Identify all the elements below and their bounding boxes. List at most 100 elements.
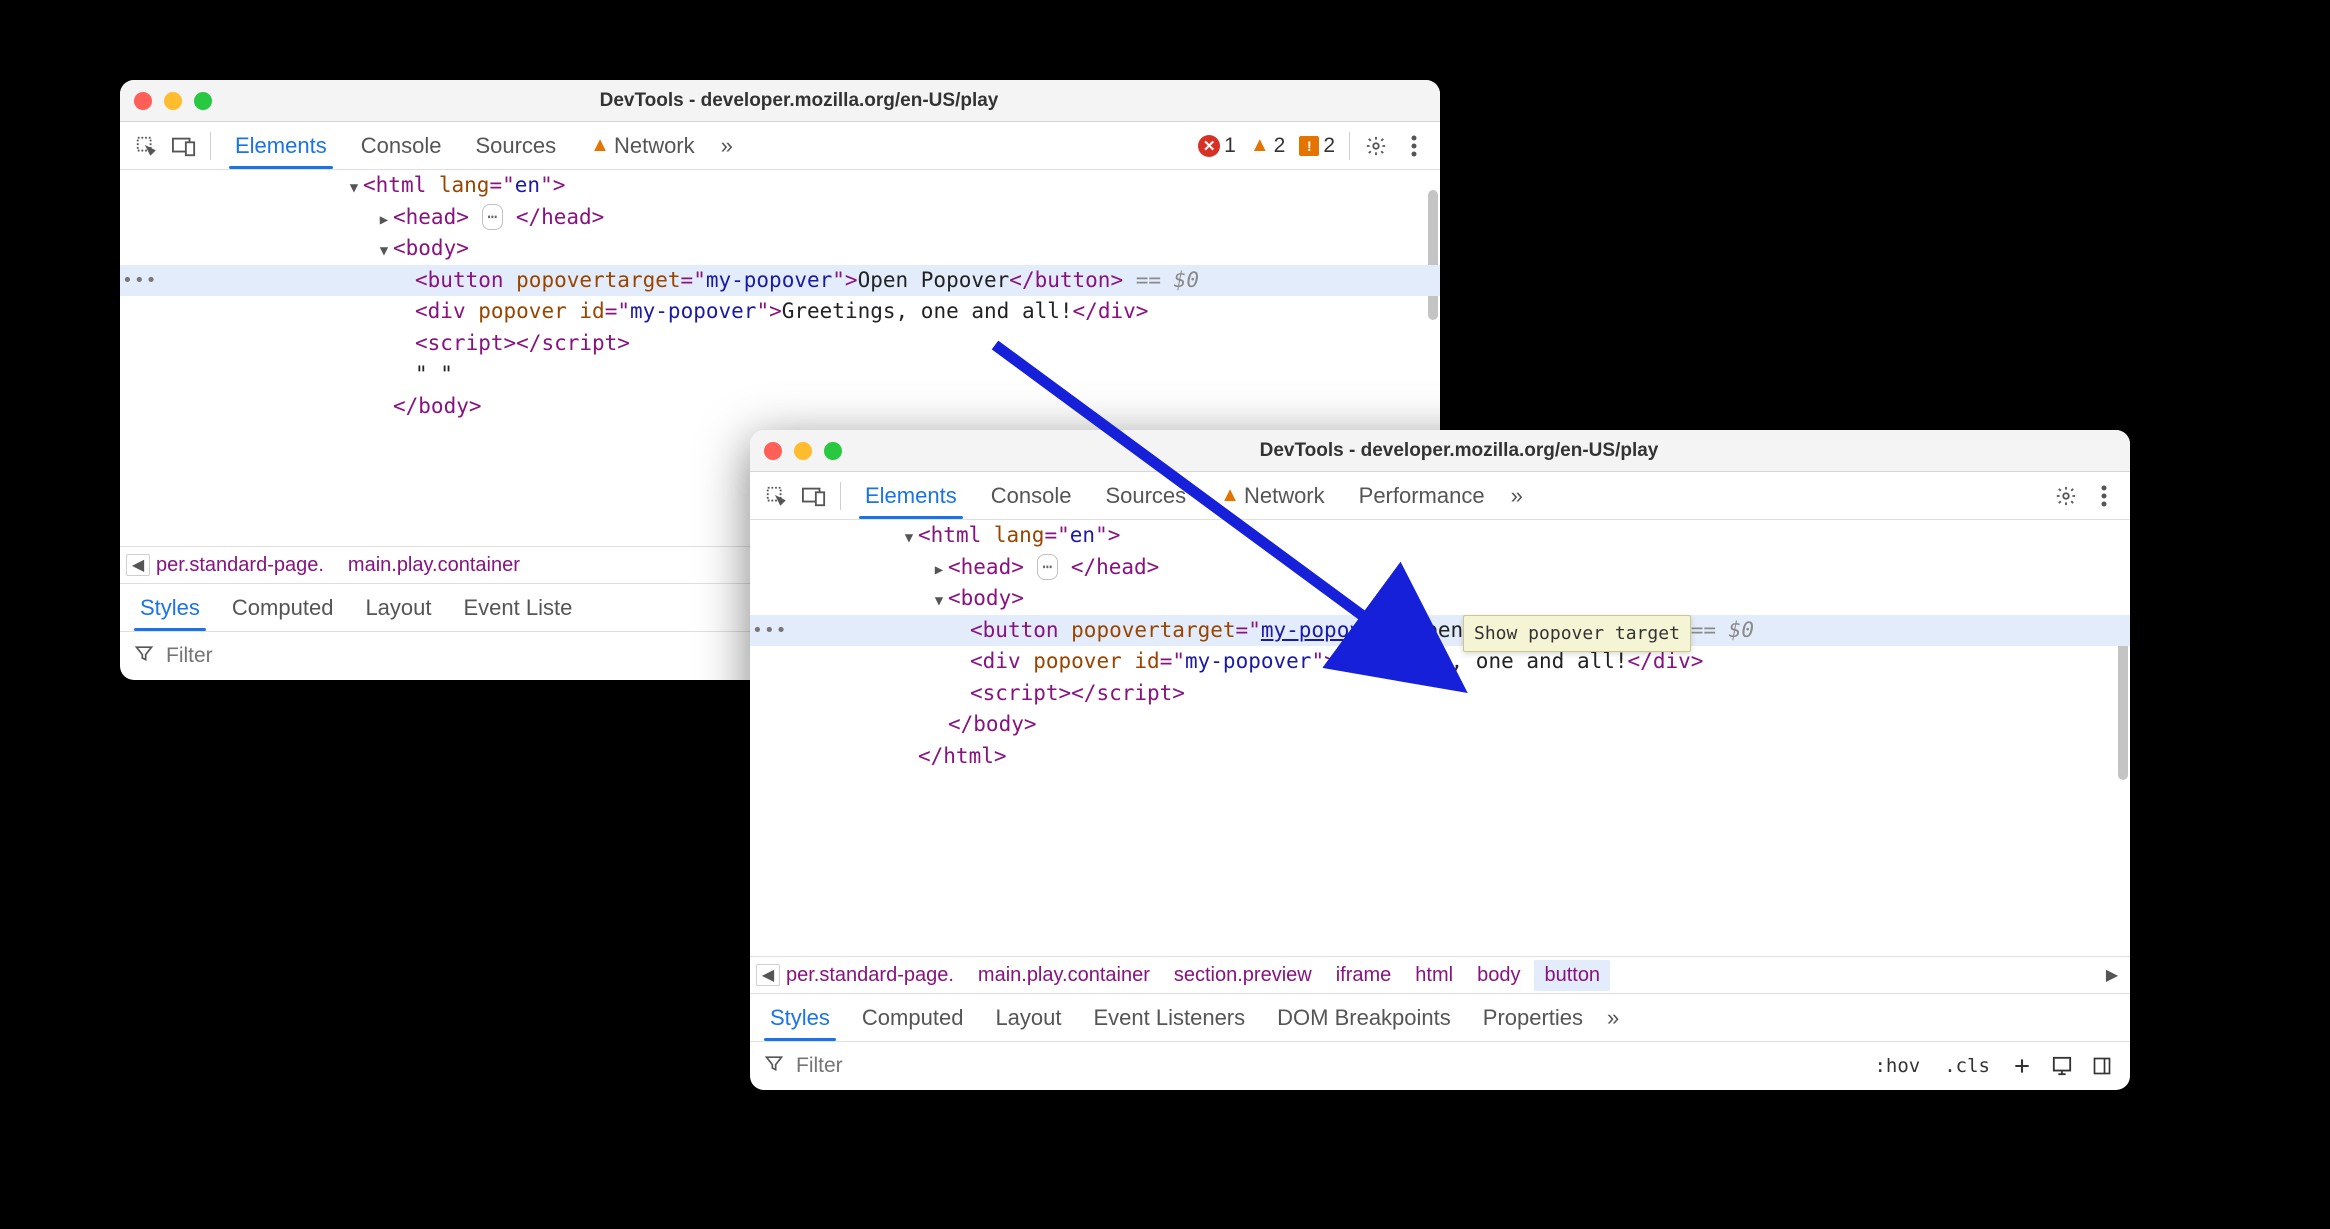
subtab-styles[interactable]: Styles	[754, 994, 846, 1041]
more-tabs-button[interactable]: »	[1503, 483, 1531, 509]
window-title: DevTools - developer.mozilla.org/en-US/p…	[232, 90, 1366, 112]
popovertarget-link[interactable]: my-popover	[1261, 618, 1387, 642]
device-toolbar-icon[interactable]	[166, 128, 202, 164]
tab-console[interactable]: Console	[345, 122, 458, 169]
dom-node-script[interactable]: <script></script>	[750, 678, 2130, 710]
breadcrumb-next-icon[interactable]: ▶	[2100, 965, 2124, 985]
subtab-dom-breakpoints[interactable]: DOM Breakpoints	[1261, 994, 1467, 1041]
separator	[210, 132, 211, 160]
traffic-lights	[134, 92, 212, 110]
device-toolbar-icon[interactable]	[796, 478, 832, 514]
breadcrumb-bar[interactable]: ◀ per.standard-page. main.play.container…	[750, 956, 2130, 994]
close-window-button[interactable]	[764, 442, 782, 460]
dom-node-body-close[interactable]: </body>	[750, 709, 2130, 741]
collapsed-pill[interactable]: ⋯	[482, 204, 504, 230]
breadcrumb-item[interactable]: main.play.container	[338, 554, 530, 577]
breadcrumb-item[interactable]: main.play.container	[968, 964, 1160, 987]
dom-node-html-close[interactable]: </html>	[750, 741, 2130, 773]
cls-toggle[interactable]: .cls	[1938, 1055, 1996, 1077]
separator	[840, 482, 841, 510]
badge-count: 1	[1224, 134, 1236, 158]
subtab-properties[interactable]: Properties	[1467, 994, 1599, 1041]
selection-ellipsis-icon: •••	[752, 615, 788, 647]
hov-toggle[interactable]: :hov	[1868, 1055, 1926, 1077]
minimize-window-button[interactable]	[164, 92, 182, 110]
dom-node-html[interactable]: ▼<html lang="en">	[750, 520, 2130, 552]
dom-node-html[interactable]: ▼<html lang="en">	[120, 170, 1440, 202]
tab-console[interactable]: Console	[975, 472, 1088, 519]
maximize-window-button[interactable]	[194, 92, 212, 110]
dom-node-head[interactable]: ▶<head> ⋯ </head>	[120, 202, 1440, 234]
close-window-button[interactable]	[134, 92, 152, 110]
elements-tree[interactable]: Show popover target ▼<html lang="en"> ▶<…	[750, 520, 2130, 956]
more-tabs-button[interactable]: »	[713, 133, 741, 159]
maximize-window-button[interactable]	[824, 442, 842, 460]
subtab-styles[interactable]: Styles	[124, 584, 216, 631]
warning-count[interactable]: ▲ 2	[1244, 134, 1291, 158]
toggle-sidebar-icon[interactable]	[2088, 1048, 2116, 1084]
dom-node-script[interactable]: <script></script>	[120, 328, 1440, 360]
tab-elements[interactable]: Elements	[849, 472, 973, 519]
titlebar[interactable]: DevTools - developer.mozilla.org/en-US/p…	[750, 430, 2130, 472]
kebab-menu-icon[interactable]	[1396, 128, 1432, 164]
computed-styles-icon[interactable]	[2048, 1048, 2076, 1084]
dom-node-text[interactable]: " "	[120, 359, 1440, 391]
breadcrumb-prev-icon[interactable]: ◀	[126, 554, 150, 576]
disclosure-triangle-icon[interactable]: ▶	[930, 560, 948, 581]
dom-node-body-close[interactable]: </body>	[120, 391, 1440, 423]
breadcrumb-item[interactable]: html	[1405, 964, 1463, 987]
kebab-menu-icon[interactable]	[2086, 478, 2122, 514]
breadcrumb-item[interactable]: body	[1467, 964, 1530, 987]
warning-icon: ▲	[590, 134, 610, 157]
subtab-computed[interactable]: Computed	[216, 584, 350, 631]
breadcrumb-prev-icon[interactable]: ◀	[756, 964, 780, 986]
inspect-element-icon[interactable]	[758, 478, 794, 514]
error-count[interactable]: ✕ 1	[1192, 134, 1242, 158]
breadcrumb-item[interactable]: per.standard-page.	[784, 964, 964, 987]
dom-node-div[interactable]: <div popover id="my-popover">Greetings, …	[750, 646, 2130, 678]
selection-ellipsis-icon: •••	[122, 265, 158, 297]
window-title: DevTools - developer.mozilla.org/en-US/p…	[862, 440, 2056, 462]
tab-sources[interactable]: Sources	[1089, 472, 1202, 519]
tab-sources[interactable]: Sources	[459, 122, 572, 169]
dom-node-div[interactable]: <div popover id="my-popover">Greetings, …	[120, 296, 1440, 328]
subtab-event-listeners[interactable]: Event Liste	[448, 584, 573, 631]
disclosure-triangle-icon[interactable]: ▼	[930, 591, 948, 612]
dom-node-body[interactable]: ▼<body>	[120, 233, 1440, 265]
tab-performance[interactable]: Performance	[1343, 472, 1501, 519]
settings-icon[interactable]	[2048, 478, 2084, 514]
breadcrumb-item[interactable]: iframe	[1326, 964, 1402, 987]
titlebar[interactable]: DevTools - developer.mozilla.org/en-US/p…	[120, 80, 1440, 122]
dom-node-button-selected[interactable]: ••• <button popovertarget="my-popover">O…	[120, 265, 1440, 297]
tab-elements[interactable]: Elements	[219, 122, 343, 169]
issues-count[interactable]: ! 2	[1293, 134, 1341, 158]
subtab-layout[interactable]: Layout	[979, 994, 1077, 1041]
filter-input[interactable]	[796, 1054, 1856, 1078]
disclosure-triangle-icon[interactable]: ▼	[900, 528, 918, 549]
breadcrumb-item-selected[interactable]: button	[1534, 960, 1610, 991]
inspect-element-icon[interactable]	[128, 128, 164, 164]
disclosure-triangle-icon[interactable]: ▶	[375, 210, 393, 231]
breadcrumb-item[interactable]: section.preview	[1164, 964, 1322, 987]
settings-icon[interactable]	[1358, 128, 1394, 164]
disclosure-triangle-icon[interactable]: ▼	[375, 241, 393, 262]
disclosure-triangle-icon[interactable]: ▼	[345, 178, 363, 199]
new-style-rule-icon[interactable]	[2008, 1048, 2036, 1084]
dom-node-body[interactable]: ▼<body>	[750, 583, 2130, 615]
badge-count: 2	[1274, 134, 1286, 158]
collapsed-pill[interactable]: ⋯	[1037, 554, 1059, 580]
breadcrumb-item[interactable]: per.standard-page.	[154, 554, 334, 577]
dom-node-head[interactable]: ▶<head> ⋯ </head>	[750, 552, 2130, 584]
tab-label: Network	[614, 133, 695, 159]
minimize-window-button[interactable]	[794, 442, 812, 460]
tab-label: Network	[1244, 483, 1325, 509]
subtab-event-listeners[interactable]: Event Listeners	[1078, 994, 1262, 1041]
devtools-window-2: DevTools - developer.mozilla.org/en-US/p…	[750, 430, 2130, 1090]
dom-node-button-selected[interactable]: ••• <button popovertarget="my-popover">O…	[750, 615, 2130, 647]
more-subtabs-button[interactable]: »	[1599, 1005, 1627, 1031]
tab-network[interactable]: ▲ Network	[574, 122, 710, 169]
subtab-computed[interactable]: Computed	[846, 994, 980, 1041]
subtab-layout[interactable]: Layout	[349, 584, 447, 631]
tab-network[interactable]: ▲ Network	[1204, 472, 1340, 519]
traffic-lights	[764, 442, 842, 460]
